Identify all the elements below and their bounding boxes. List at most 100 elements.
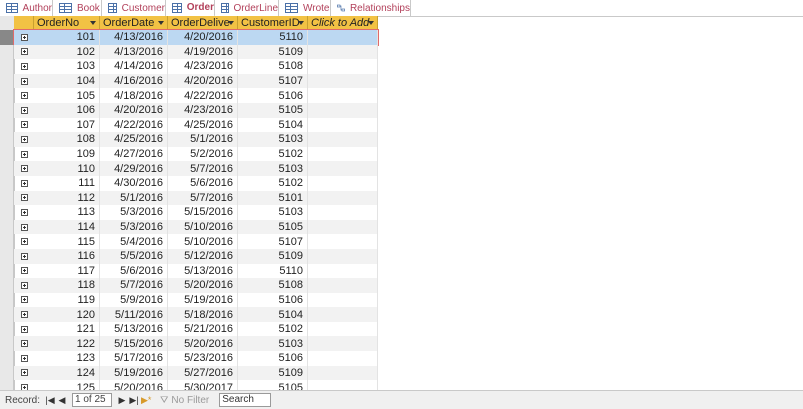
table-cell[interactable]: 4/20/2016 — [168, 30, 238, 45]
tab-author[interactable]: Author — [0, 0, 53, 16]
table-cell[interactable]: 5/11/2016 — [100, 307, 168, 322]
expand-plus-icon[interactable] — [20, 165, 28, 173]
table-cell[interactable]: 116 — [34, 248, 100, 264]
table-cell-empty[interactable] — [308, 175, 378, 191]
expand-plus-icon[interactable] — [20, 48, 28, 56]
expand-cell[interactable] — [14, 73, 34, 89]
record-selector[interactable] — [0, 146, 14, 162]
table-cell[interactable]: 5/20/2016 — [100, 380, 168, 390]
table-cell[interactable]: 5/15/2016 — [100, 336, 168, 352]
search-input[interactable]: Search — [219, 393, 272, 407]
record-selector[interactable] — [0, 336, 14, 352]
expand-cell[interactable] — [14, 118, 34, 133]
record-selector[interactable] — [0, 205, 14, 220]
expand-plus-icon[interactable] — [20, 92, 28, 100]
table-cell[interactable]: 4/25/2016 — [100, 132, 168, 147]
table-cell[interactable]: 108 — [34, 132, 100, 147]
table-cell-empty[interactable] — [308, 146, 378, 162]
record-selector[interactable] — [0, 307, 14, 322]
table-row[interactable]: 109 4/27/2016 5/2/2016 5102 — [0, 146, 803, 162]
expand-plus-icon[interactable] — [20, 106, 28, 114]
expand-cell[interactable] — [14, 102, 34, 118]
table-cell[interactable]: 120 — [34, 307, 100, 322]
next-record-icon[interactable]: ▶ — [117, 395, 127, 406]
table-cell[interactable]: 5/19/2016 — [168, 292, 238, 308]
table-cell[interactable]: 5/10/2016 — [168, 234, 238, 249]
table-cell[interactable]: 5106 — [238, 88, 308, 103]
expand-plus-icon[interactable] — [20, 340, 28, 348]
table-row[interactable]: 122 5/15/2016 5/20/2016 5103 — [0, 336, 803, 352]
record-selector[interactable] — [0, 292, 14, 308]
table-cell[interactable]: 5107 — [238, 234, 308, 249]
tab-orderline[interactable]: OrderLine — [215, 0, 279, 16]
expand-cell[interactable] — [14, 205, 34, 220]
table-cell[interactable]: 5107 — [238, 73, 308, 89]
table-cell-empty[interactable] — [308, 117, 378, 133]
expand-plus-icon[interactable] — [20, 325, 28, 333]
tab-book[interactable]: Book — [53, 0, 102, 16]
table-cell[interactable]: 5/23/2016 — [168, 351, 238, 366]
expand-plus-icon[interactable] — [20, 267, 28, 275]
expand-cell[interactable] — [14, 44, 34, 60]
table-cell-empty[interactable] — [308, 44, 378, 60]
record-selector[interactable] — [0, 365, 14, 381]
expand-plus-icon[interactable] — [20, 33, 28, 41]
table-cell[interactable]: 102 — [34, 44, 100, 60]
table-row[interactable]: 119 5/9/2016 5/19/2016 5106 — [0, 292, 803, 308]
record-selector[interactable] — [0, 278, 14, 293]
table-cell-empty[interactable] — [308, 278, 378, 293]
table-cell[interactable]: 4/20/2016 — [100, 102, 168, 118]
last-record-icon[interactable]: ▶| — [129, 395, 139, 406]
table-cell-empty[interactable] — [308, 380, 378, 390]
expand-plus-icon[interactable] — [20, 121, 28, 129]
table-cell-empty[interactable] — [308, 102, 378, 118]
table-cell[interactable]: 5/5/2016 — [100, 248, 168, 264]
table-cell[interactable]: 4/23/2016 — [168, 59, 238, 74]
table-row[interactable]: 113 5/3/2016 5/15/2016 5103 — [0, 205, 803, 220]
table-cell[interactable]: 5/13/2016 — [168, 263, 238, 279]
table-cell[interactable]: 115 — [34, 234, 100, 249]
expand-cell[interactable] — [14, 293, 34, 308]
record-selector[interactable] — [0, 30, 14, 45]
table-cell-empty[interactable] — [308, 351, 378, 366]
expand-plus-icon[interactable] — [20, 150, 28, 158]
expand-cell[interactable] — [14, 59, 34, 74]
expand-cell[interactable] — [14, 30, 34, 45]
expand-plus-icon[interactable] — [20, 223, 28, 231]
column-header-orderno[interactable]: OrderNo — [34, 16, 100, 30]
no-filter-button[interactable]: ⛛ No Filter — [160, 395, 209, 406]
dropdown-arrow-icon[interactable] — [368, 21, 374, 25]
table-cell[interactable]: 5105 — [238, 219, 308, 235]
column-header-orderdelive[interactable]: OrderDelive — [168, 16, 238, 30]
record-selector[interactable] — [0, 351, 14, 366]
table-cell[interactable]: 112 — [34, 190, 100, 206]
table-cell-empty[interactable] — [308, 263, 378, 279]
table-cell[interactable]: 4/23/2016 — [168, 102, 238, 118]
table-row[interactable]: 101 4/13/2016 4/20/2016 5110 — [0, 29, 803, 46]
table-cell[interactable]: 5/20/2016 — [168, 278, 238, 293]
dropdown-arrow-icon[interactable] — [298, 21, 304, 25]
table-row[interactable]: 116 5/5/2016 5/12/2016 5109 — [0, 248, 803, 264]
table-cell[interactable]: 5/7/2016 — [100, 278, 168, 293]
tab-order[interactable]: Order — [166, 0, 215, 17]
record-selector[interactable] — [0, 248, 14, 264]
table-cell[interactable]: 5103 — [238, 132, 308, 147]
table-cell[interactable]: 121 — [34, 321, 100, 337]
table-cell[interactable]: 5/1/2016 — [168, 132, 238, 147]
table-row[interactable]: 103 4/14/2016 4/23/2016 5108 — [0, 59, 803, 74]
table-cell[interactable]: 5109 — [238, 44, 308, 60]
expand-cell[interactable] — [14, 264, 34, 279]
current-record-field[interactable]: 1 of 25 — [72, 393, 113, 407]
table-cell-empty[interactable] — [308, 321, 378, 337]
table-cell-empty[interactable] — [308, 205, 378, 220]
expand-plus-icon[interactable] — [20, 77, 28, 85]
expand-cell[interactable] — [14, 219, 34, 235]
expand-cell[interactable] — [14, 307, 34, 322]
table-cell[interactable]: 5102 — [238, 175, 308, 191]
table-cell-empty[interactable] — [308, 248, 378, 264]
table-cell[interactable]: 113 — [34, 205, 100, 220]
table-cell[interactable]: 5/15/2016 — [168, 205, 238, 220]
expand-cell[interactable] — [14, 176, 34, 191]
table-cell[interactable]: 5/3/2016 — [100, 219, 168, 235]
expand-plus-icon[interactable] — [20, 369, 28, 377]
